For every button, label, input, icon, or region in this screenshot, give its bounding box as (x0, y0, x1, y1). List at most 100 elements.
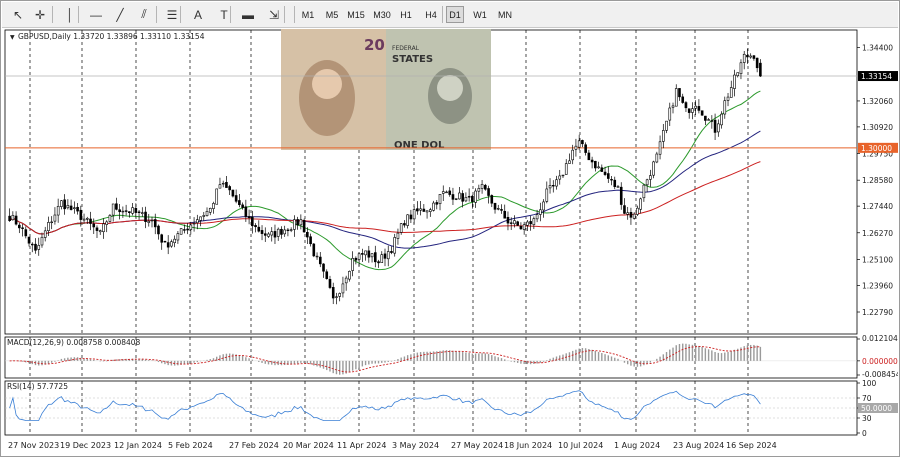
rectangle-tool[interactable]: ▬ (238, 5, 258, 24)
candle-body (606, 173, 610, 179)
candle-body (377, 261, 380, 264)
x-tick-label: 3 May 2024 (392, 441, 439, 450)
candle-body (464, 197, 468, 202)
crosshair-tool[interactable]: ✛ (30, 5, 50, 24)
candle-body (568, 160, 571, 164)
candle-body (63, 199, 66, 210)
candle-body (506, 216, 510, 224)
candle-body (357, 253, 361, 260)
timeframe-h4[interactable]: H4 (420, 6, 442, 23)
candle-body (590, 159, 594, 163)
candle-body (687, 108, 691, 113)
candle-body (30, 243, 34, 246)
candle-body (234, 195, 238, 202)
candle-body (150, 219, 154, 222)
candle-body (406, 214, 409, 226)
candle-body (581, 140, 584, 145)
x-tick-label: 27 Feb 2024 (229, 441, 279, 450)
candle-body (34, 243, 37, 251)
candle-body (202, 215, 206, 217)
candle-body (755, 57, 759, 69)
text-label-tool[interactable]: T (214, 5, 234, 24)
candle-body (461, 193, 464, 202)
candle-body (315, 255, 319, 258)
queen-face (312, 69, 342, 99)
candle-body (652, 161, 655, 176)
timeframe-h1[interactable]: H1 (396, 6, 416, 23)
candle-body (752, 55, 756, 59)
candle-body (539, 209, 542, 215)
toolbar-separator (442, 6, 443, 23)
candle-body (661, 130, 665, 142)
chart-area[interactable]: 27 Nov 2023 19 Dec 2023 12 Jan 2024 5 Feb 2… (2, 28, 898, 456)
candle-body (558, 175, 562, 180)
candle-body (403, 223, 406, 226)
candle-body (649, 175, 652, 180)
toolbar-separator (156, 6, 157, 23)
text-tool[interactable]: A (188, 5, 208, 24)
arrows-tool[interactable]: ⇲ (264, 5, 284, 24)
candle-body (674, 88, 678, 107)
trendline-tool[interactable]: ╱ (110, 5, 130, 24)
timeframe-m5[interactable]: M5 (322, 6, 342, 23)
vertical-line-tool[interactable]: │ (60, 5, 80, 24)
macd-label: MACD(12,26,9) 0.008758 0.008408 (7, 338, 141, 347)
candle-body (441, 191, 445, 194)
timeframe-w1[interactable]: W1 (470, 6, 490, 23)
candle-body (587, 152, 591, 161)
toolbar-separator (230, 6, 231, 23)
washington-face (437, 75, 463, 101)
candle-body (694, 105, 697, 109)
candle-body (474, 190, 477, 203)
equidistant-channel-tool[interactable]: ⫽ (134, 5, 154, 24)
candle-body (484, 184, 487, 190)
candle-body (189, 224, 193, 230)
candle-body (435, 202, 439, 205)
candle-body (445, 191, 448, 194)
candle-body (108, 215, 112, 222)
y-tick-label: 1.34400 (862, 44, 893, 53)
cursor-tool[interactable]: ↖ (8, 5, 28, 24)
fibonacci-tool[interactable]: ☰ (162, 5, 182, 24)
candle-body (306, 232, 309, 238)
candle-body (746, 55, 749, 58)
candle-body (658, 141, 662, 155)
candle-body (548, 185, 552, 189)
candle-body (519, 226, 523, 230)
candle-body (98, 230, 102, 233)
candle-body (111, 203, 115, 216)
timeframe-m15[interactable]: M15 (344, 6, 368, 23)
candle-body (419, 208, 422, 211)
candle-body (600, 167, 604, 172)
y-tick-label: 1.30920 (862, 123, 893, 132)
macd-y-tick-label: 0.012104 (862, 334, 898, 343)
candle-body (196, 219, 199, 224)
timeframe-mn[interactable]: MN (494, 6, 516, 23)
candle-body (66, 205, 70, 209)
timeframe-m30[interactable]: M30 (370, 6, 394, 23)
current-price-label: 1.33154 (861, 72, 892, 81)
candle-body (597, 166, 600, 169)
candle-body (616, 186, 620, 188)
candle-body (535, 214, 539, 220)
candle-body (477, 188, 481, 192)
candle-body (131, 207, 134, 214)
candle-body (335, 296, 338, 298)
candle-body (428, 209, 432, 212)
candle-body (341, 283, 345, 294)
horizontal-line-tool[interactable]: — (86, 5, 106, 24)
timeframe-m1[interactable]: M1 (298, 6, 318, 23)
candle-body (231, 189, 235, 197)
candle-body (542, 201, 545, 211)
candle-body (208, 207, 212, 213)
candle-body (270, 231, 274, 236)
candle-body (140, 212, 144, 214)
candle-body (545, 188, 549, 202)
candle-body (325, 271, 329, 279)
candle-body (584, 144, 587, 153)
candle-body (37, 245, 41, 250)
candle-body (296, 219, 299, 226)
timeframe-d1[interactable]: D1 (446, 6, 464, 23)
candle-body (205, 211, 209, 216)
candle-body (555, 179, 558, 187)
